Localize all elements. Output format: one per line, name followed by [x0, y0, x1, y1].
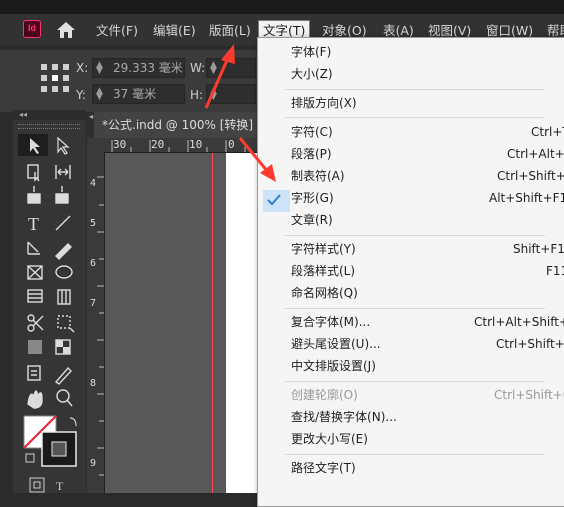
- annotation-arrow: [204, 57, 230, 109]
- annotation-arrow: [238, 137, 270, 173]
- annotation-arrows: [204, 44, 276, 182]
- annotation-arrowhead: [221, 44, 235, 64]
